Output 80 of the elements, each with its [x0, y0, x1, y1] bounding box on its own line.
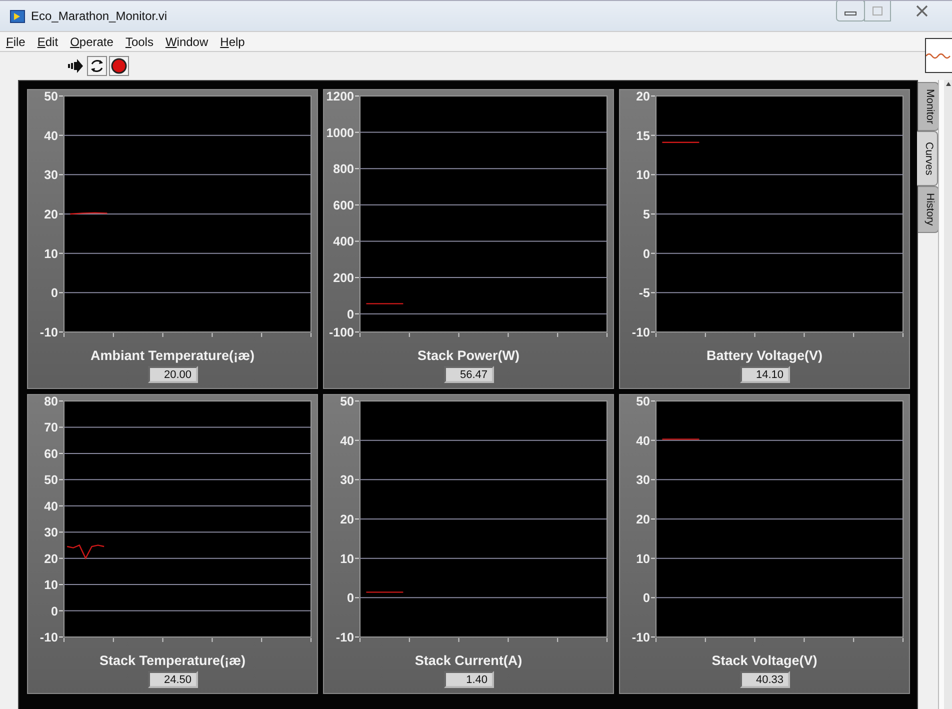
axis-tick-label: 0	[643, 246, 650, 261]
axis-tick-label: -100	[328, 326, 354, 340]
data-line	[66, 544, 104, 560]
axis-tick-label: 30	[44, 168, 58, 182]
axis-tick-label: 40	[636, 434, 650, 448]
value-display: 40.33	[740, 671, 790, 688]
axis-tick-label: -10	[336, 630, 354, 644]
data-line	[662, 142, 700, 143]
axis-tick-label: 30	[44, 526, 58, 540]
data-line	[366, 592, 404, 593]
axis-tick-label: 400	[333, 234, 354, 249]
axis-tick-label: 30	[340, 473, 354, 488]
axis-tick-label: 20	[636, 90, 650, 104]
chart-title: Stack Power(W)	[417, 348, 520, 363]
axis-tick-label: 0	[51, 286, 58, 300]
chart-title: Stack Temperature(¡æ)	[99, 653, 246, 668]
abort-icon[interactable]	[109, 56, 129, 76]
axis-tick-label: 200	[333, 271, 354, 286]
axis-tick-label: 10	[44, 578, 58, 592]
close-icon[interactable]	[916, 5, 928, 17]
axis-tick-label: -10	[40, 630, 58, 644]
axis-tick-label: 50	[636, 395, 650, 408]
axis-tick-label: 50	[44, 473, 58, 488]
minimize-button[interactable]	[836, 1, 865, 22]
axis-tick-label: 70	[44, 420, 58, 435]
axis-tick-label: 0	[51, 604, 58, 618]
axis-tick-label: 15	[636, 128, 650, 143]
chart-title: Stack Current(A)	[414, 653, 522, 668]
axis-tick-label: 0	[347, 591, 354, 606]
axis-tick-label: 10	[44, 246, 58, 261]
menu-item[interactable]: Window	[165, 34, 208, 48]
axis-tick-label: 0	[643, 591, 650, 606]
axis-tick-label: -10	[632, 630, 650, 644]
side-tab[interactable]: Curves	[917, 131, 938, 186]
data-line	[662, 438, 700, 440]
value-display: 24.50	[148, 671, 198, 688]
axis-tick-label: 50	[44, 90, 58, 104]
axis-tick-label: 40	[44, 499, 58, 514]
menu-item[interactable]: File	[6, 34, 26, 48]
menu-item[interactable]: Operate	[70, 34, 114, 48]
value-display: 1.40	[444, 671, 494, 688]
run-continuously-icon[interactable]	[87, 56, 107, 76]
axis-tick-label: 40	[340, 434, 354, 448]
chart-title: Battery Voltage(V)	[706, 348, 823, 363]
menu-item[interactable]: Edit	[37, 34, 58, 48]
axis-tick-label: 5	[643, 208, 650, 222]
axis-tick-label: -10	[632, 326, 650, 340]
axis-tick-label: 60	[44, 446, 58, 461]
axis-tick-label: 20	[636, 512, 650, 526]
axis-tick-label: 20	[44, 208, 58, 222]
axis-tick-label: 20	[44, 552, 58, 566]
axis-tick-label: 0	[347, 307, 354, 322]
value-display: 20.00	[148, 366, 198, 383]
app-icon	[10, 10, 25, 22]
axis-tick-label: 1000	[326, 126, 354, 140]
window-title: Eco_Marathon_Monitor.vi	[31, 9, 168, 23]
menu-item[interactable]: Help	[220, 34, 245, 48]
menu-item[interactable]: Tools	[125, 34, 154, 48]
axis-tick-label: 30	[636, 473, 650, 488]
axis-tick-label: -10	[40, 326, 58, 340]
value-display: 14.10	[740, 366, 790, 383]
axis-tick-label: 10	[340, 552, 354, 566]
chart-title: Ambiant Temperature(¡æ)	[90, 348, 255, 363]
side-tab[interactable]: History	[918, 186, 939, 233]
axis-tick-label: 10	[636, 552, 650, 566]
chart-title: Stack Voltage(V)	[712, 653, 818, 668]
axis-tick-label: 50	[340, 395, 354, 408]
value-display: 56.47	[444, 366, 494, 383]
side-tab[interactable]: Monitor	[918, 82, 939, 132]
axis-tick-label: 20	[340, 512, 354, 526]
axis-tick-label: 40	[44, 128, 58, 143]
axis-tick-label: -5	[638, 286, 650, 300]
axis-tick-label: 80	[44, 395, 58, 408]
axis-tick-label: 800	[333, 162, 354, 176]
data-line	[366, 303, 404, 304]
axis-tick-label: 10	[636, 168, 650, 182]
data-line	[70, 212, 108, 215]
wave-icon	[926, 52, 952, 60]
axis-tick-label: 1200	[326, 90, 354, 104]
axis-tick-label: 600	[333, 198, 354, 212]
